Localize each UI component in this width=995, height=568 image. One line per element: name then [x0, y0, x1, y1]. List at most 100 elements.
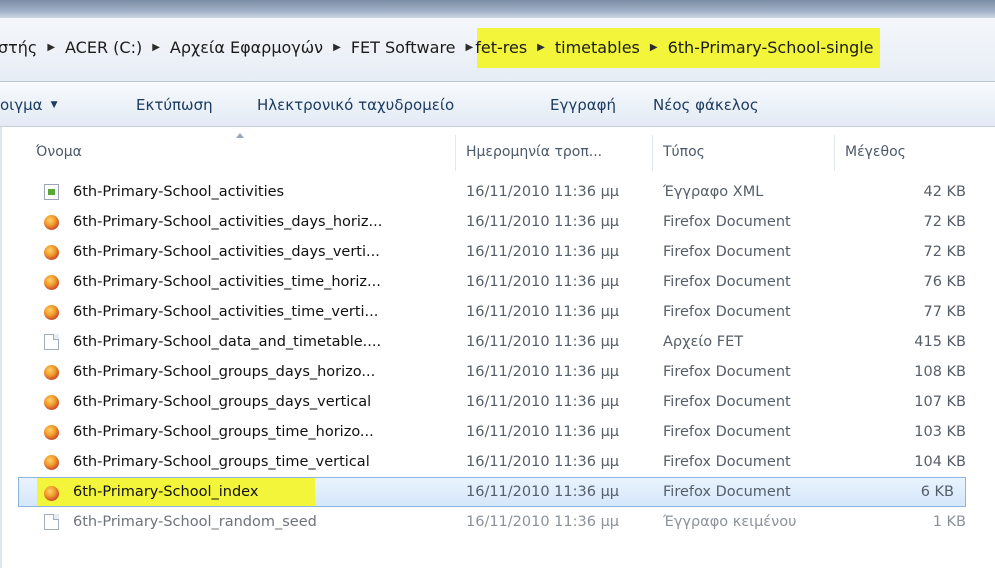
column-divider[interactable]: [455, 135, 456, 171]
breadcrumb-separator-icon[interactable]: ▶: [43, 28, 59, 68]
file-date: 16/11/2010 11:36 μμ: [466, 184, 620, 200]
file-row[interactable]: 6th-Primary-School_groups_days_vertical …: [0, 387, 995, 417]
breadcrumb-separator-icon[interactable]: ▶: [148, 28, 164, 68]
file-row[interactable]: 6th-Primary-School_activities 16/11/2010…: [0, 177, 995, 207]
breadcrumb-separator-icon[interactable]: ▶: [533, 28, 549, 68]
column-header-name[interactable]: Όνομα: [36, 127, 82, 177]
file-name: 6th-Primary-School_groups_days_horizo...: [73, 364, 376, 380]
file-type: Firefox Document: [663, 484, 791, 500]
file-size: 42 KB: [923, 184, 966, 200]
breadcrumb-item-fet-res[interactable]: fet-res: [475, 28, 533, 68]
file-type: Firefox Document: [663, 274, 791, 290]
organize-label: οιγμα: [0, 95, 43, 114]
file-name: 6th-Primary-School_data_and_timetable...…: [73, 334, 382, 350]
burn-button[interactable]: Εγγραφή: [550, 83, 616, 127]
file-size: 104 KB: [914, 454, 966, 470]
file-name: 6th-Primary-School_random_seed: [73, 514, 317, 530]
breadcrumb-item-drive[interactable]: ACER (C:): [59, 28, 148, 68]
column-header-size[interactable]: Μέγεθος: [845, 127, 906, 177]
command-toolbar: οιγμα ▼ Εκτύπωση Ηλεκτρονικό ταχυδρομείο …: [0, 83, 995, 127]
file-date: 16/11/2010 11:36 μμ: [466, 214, 620, 230]
firefox-document-icon: [42, 454, 63, 474]
file-list[interactable]: Όνομα Ημερομηνία τροπ... Τύπος Μέγεθος 6…: [0, 127, 995, 568]
file-row[interactable]: 6th-Primary-School_activities_time_horiz…: [0, 267, 995, 297]
file-type: Firefox Document: [663, 244, 791, 260]
file-size: 1 KB: [932, 514, 966, 530]
file-name: 6th-Primary-School_activities_days_verti…: [73, 244, 380, 260]
file-row[interactable]: 6th-Primary-School_data_and_timetable...…: [0, 327, 995, 357]
file-size: 77 KB: [923, 304, 966, 320]
breadcrumb-item-timetables[interactable]: timetables: [549, 28, 646, 68]
file-date: 16/11/2010 11:36 μμ: [466, 364, 620, 380]
column-divider[interactable]: [834, 135, 835, 171]
window-title-strip: [0, 0, 995, 18]
file-size: 6 KB: [920, 484, 954, 500]
file-date: 16/11/2010 11:36 μμ: [466, 454, 620, 470]
breadcrumb-item-current-folder[interactable]: 6th-Primary-School-single: [662, 28, 880, 68]
file-size: 103 KB: [914, 424, 966, 440]
file-date: 16/11/2010 11:36 μμ: [466, 274, 620, 290]
column-header-date[interactable]: Ημερομηνία τροπ...: [466, 127, 602, 177]
breadcrumb-separator-icon[interactable]: ▶: [646, 28, 662, 68]
file-size: 108 KB: [914, 364, 966, 380]
breadcrumb-item-computer[interactable]: στής: [0, 28, 43, 68]
firefox-document-icon: [42, 244, 63, 264]
file-date: 16/11/2010 11:36 μμ: [466, 304, 620, 320]
file-name: 6th-Primary-School_groups_time_vertical: [73, 454, 370, 470]
column-header-type[interactable]: Τύπος: [663, 127, 705, 177]
column-headers: Όνομα Ημερομηνία τροπ... Τύπος Μέγεθος: [0, 127, 995, 177]
breadcrumb-separator-icon[interactable]: ▶: [329, 28, 345, 68]
file-type: Firefox Document: [663, 454, 791, 470]
firefox-document-icon: [42, 424, 63, 444]
breadcrumb-item-fet-software[interactable]: FET Software: [345, 28, 462, 68]
file-name: 6th-Primary-School_activities_time_horiz…: [73, 274, 381, 290]
file-row[interactable]: 6th-Primary-School_groups_time_vertical …: [0, 447, 995, 477]
file-date: 16/11/2010 11:36 μμ: [466, 514, 620, 530]
new-folder-button[interactable]: Νέος φάκελος: [653, 83, 759, 127]
file-type: Firefox Document: [663, 304, 791, 320]
firefox-document-icon: [42, 485, 63, 505]
file-type: Έγγραφο XML: [663, 184, 764, 200]
breadcrumb-highlight: fet-res ▶ timetables ▶ 6th-Primary-Schoo…: [475, 28, 880, 68]
text-file-icon: [44, 514, 59, 530]
file-name: 6th-Primary-School_activities_days_horiz…: [73, 214, 383, 230]
print-button[interactable]: Εκτύπωση: [136, 83, 213, 127]
file-row[interactable]: 6th-Primary-School_activities_days_verti…: [0, 237, 995, 267]
address-bar[interactable]: στής ▶ ACER (C:) ▶ Αρχεία Εφαρμογών ▶ FE…: [0, 18, 995, 82]
file-type: Firefox Document: [663, 214, 791, 230]
file-size: 72 KB: [923, 244, 966, 260]
file-type: Αρχείο FET: [663, 334, 744, 350]
firefox-document-icon: [42, 214, 63, 234]
file-date: 16/11/2010 11:36 μμ: [466, 424, 620, 440]
breadcrumb: στής ▶ ACER (C:) ▶ Αρχεία Εφαρμογών ▶ FE…: [0, 28, 995, 68]
file-row[interactable]: 6th-Primary-School_groups_time_horizo...…: [0, 417, 995, 447]
blank-file-icon: [44, 334, 59, 350]
file-rows: 6th-Primary-School_activities 16/11/2010…: [0, 177, 995, 537]
file-name: 6th-Primary-School_groups_days_vertical: [73, 394, 372, 410]
file-date: 16/11/2010 11:36 μμ: [466, 394, 620, 410]
file-size: 415 KB: [914, 334, 966, 350]
file-date: 16/11/2010 11:36 μμ: [466, 334, 620, 350]
file-row[interactable]: 6th-Primary-School_random_seed 16/11/201…: [0, 507, 995, 537]
email-button[interactable]: Ηλεκτρονικό ταχυδρομείο: [257, 83, 454, 127]
chevron-down-icon: ▼: [50, 100, 58, 110]
column-divider[interactable]: [652, 135, 653, 171]
organize-button[interactable]: οιγμα ▼: [0, 83, 57, 127]
file-row[interactable]: 6th-Primary-School_activities_time_verti…: [0, 297, 995, 327]
file-type: Firefox Document: [663, 424, 791, 440]
sort-ascending-icon: [236, 133, 244, 138]
file-name: 6th-Primary-School_groups_time_horizo...: [73, 424, 374, 440]
breadcrumb-item-program-files[interactable]: Αρχεία Εφαρμογών: [164, 28, 329, 68]
file-row-selected[interactable]: 6th-Primary-School_index 16/11/2010 11:3…: [18, 477, 966, 507]
file-name: 6th-Primary-School_activities: [73, 184, 285, 200]
file-date: 16/11/2010 11:36 μμ: [466, 484, 620, 500]
firefox-document-icon: [42, 274, 63, 294]
file-row[interactable]: 6th-Primary-School_activities_days_horiz…: [0, 207, 995, 237]
firefox-document-icon: [42, 364, 63, 384]
file-type: Firefox Document: [663, 394, 791, 410]
file-name: 6th-Primary-School_index: [73, 484, 259, 500]
xml-file-icon: [44, 184, 59, 200]
file-name: 6th-Primary-School_activities_time_verti…: [73, 304, 379, 320]
firefox-document-icon: [42, 394, 63, 414]
file-row[interactable]: 6th-Primary-School_groups_days_horizo...…: [0, 357, 995, 387]
